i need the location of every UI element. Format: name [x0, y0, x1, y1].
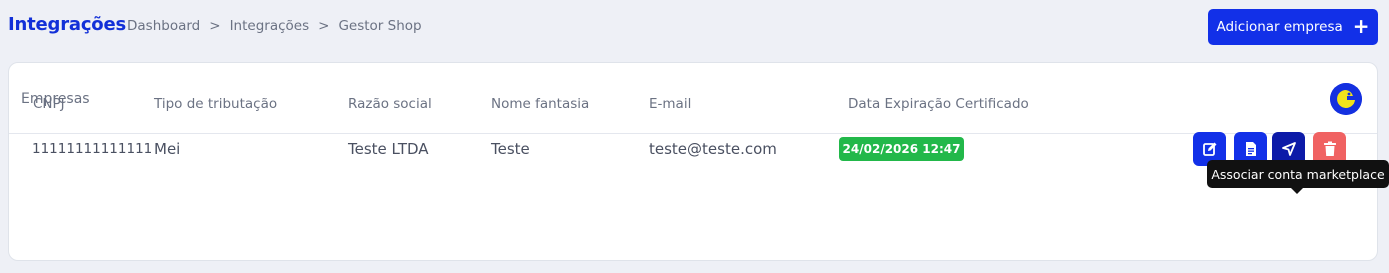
breadcrumb-separator: > — [209, 18, 221, 34]
column-header-cnpj: CNPJ — [33, 96, 65, 112]
document-icon — [1245, 142, 1256, 156]
column-header-tipo-tributacao: Tipo de tributação — [154, 96, 278, 112]
cell-cnpj: 11111111111111 — [32, 141, 153, 157]
tooltip-arrow — [1291, 188, 1303, 194]
company-logo-icon — [1330, 83, 1362, 115]
add-company-button[interactable]: Adicionar empresa + — [1208, 9, 1378, 45]
cell-nome-fantasia: Teste — [491, 140, 530, 158]
breadcrumb-item-integracoes[interactable]: Integrações — [230, 18, 310, 34]
associate-marketplace-tooltip: Associar conta marketplace — [1207, 160, 1389, 188]
page-title: Integrações — [8, 14, 126, 35]
breadcrumb-separator: > — [318, 18, 330, 34]
plus-icon: + — [1352, 14, 1370, 38]
cell-tipo-tributacao: Mei — [154, 140, 181, 158]
column-header-nome-fantasia: Nome fantasia — [491, 96, 590, 112]
column-header-data-expiracao: Data Expiração Certificado — [848, 96, 1029, 112]
send-icon — [1281, 142, 1296, 156]
cell-email: teste@teste.com — [649, 140, 777, 158]
breadcrumb-item-gestor-shop: Gestor Shop — [338, 18, 422, 34]
add-company-button-label: Adicionar empresa — [1216, 19, 1343, 35]
column-header-email: E-mail — [649, 96, 692, 112]
page-header: Integrações Dashboard > Integrações > Ge… — [0, 0, 1389, 56]
card-divider — [9, 133, 1377, 134]
cell-razao-social: Teste LTDA — [348, 140, 429, 158]
breadcrumb-item-dashboard[interactable]: Dashboard — [127, 18, 200, 34]
column-header-razao-social: Razão social — [348, 96, 432, 112]
edit-icon — [1202, 142, 1216, 156]
companies-card: Empresas — [8, 62, 1378, 261]
certificate-expiration-badge: 24/02/2026 12:47 — [839, 137, 964, 161]
trash-icon — [1323, 141, 1336, 156]
breadcrumb: Dashboard > Integrações > Gestor Shop — [127, 18, 422, 34]
